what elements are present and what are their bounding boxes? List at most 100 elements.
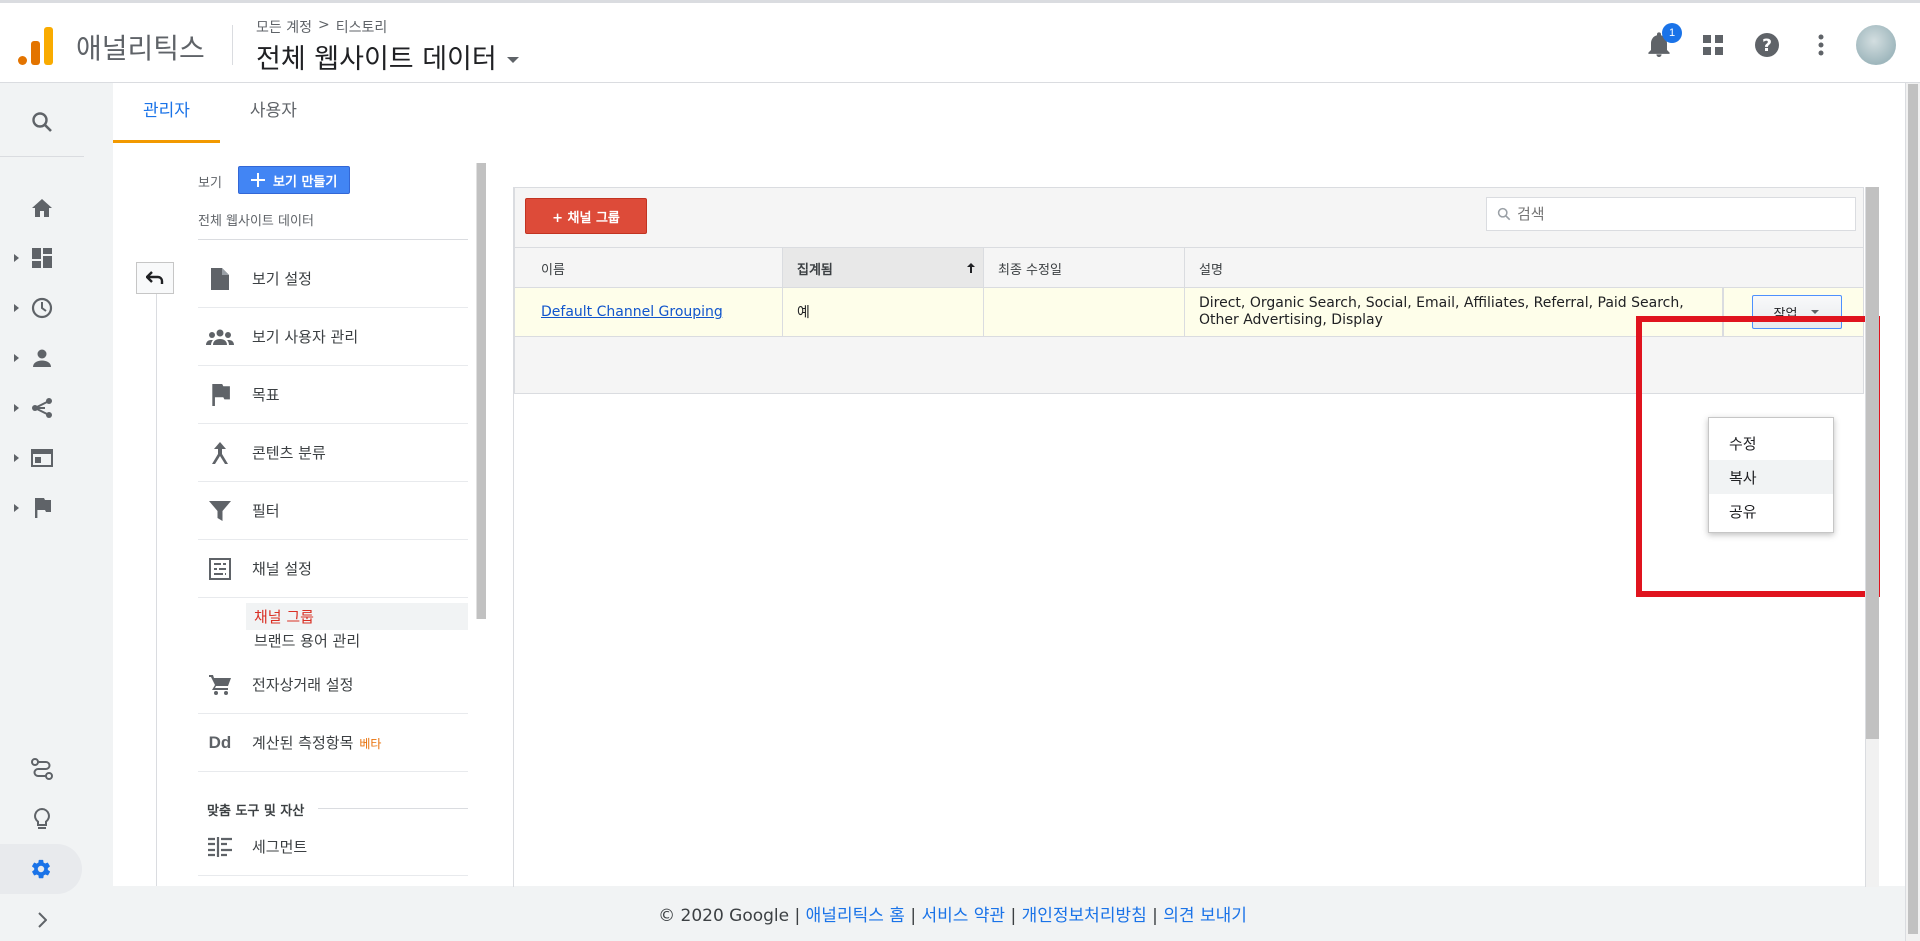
search-field[interactable] bbox=[1486, 197, 1856, 231]
column-name[interactable]: 이름 bbox=[515, 248, 783, 288]
view-title: 전체 웹사이트 데이터 bbox=[256, 44, 497, 75]
analytics-logo[interactable] bbox=[18, 25, 54, 65]
column-last-modified[interactable]: 최종 수정일 bbox=[984, 248, 1185, 288]
section-divider bbox=[318, 808, 468, 809]
admin-tabs: 관리자 사용자 bbox=[113, 83, 327, 143]
nav-label: 보기 사용자 관리 bbox=[252, 328, 359, 346]
cell-name: Default Channel Grouping bbox=[515, 288, 783, 336]
rail-attribution[interactable] bbox=[0, 744, 84, 794]
nav-label: 전자상거래 설정 bbox=[252, 676, 354, 694]
lightbulb-icon bbox=[34, 808, 50, 829]
create-view-label: 보기 만들기 bbox=[273, 174, 338, 190]
notifications-button[interactable]: 1 bbox=[1632, 23, 1686, 65]
breadcrumb-separator: > bbox=[317, 17, 330, 33]
apps-grid-icon bbox=[1703, 35, 1723, 55]
nav-goals[interactable]: 목표 bbox=[198, 366, 468, 424]
nav-label: 목표 bbox=[252, 386, 280, 404]
people-icon bbox=[206, 329, 234, 345]
rail-acquisition[interactable] bbox=[0, 383, 84, 433]
nav-channel-settings[interactable]: 채널 설정 bbox=[198, 540, 468, 598]
main-content: 관리자 사용자 보기 보기 만들기 전체 웹사이트 데이터 보기 설정 보기 사… bbox=[113, 83, 1905, 887]
panel-scrollbar[interactable] bbox=[1865, 187, 1879, 887]
nav-filters[interactable]: 필터 bbox=[198, 482, 468, 540]
add-channel-group-button[interactable]: + 채널 그룹 bbox=[525, 198, 647, 234]
gear-icon bbox=[32, 859, 51, 879]
flag-icon bbox=[35, 498, 51, 518]
top-app-bar: 애널리틱스 모든 계정 > 티스토리 전체 웹사이트 데이터 1 ? bbox=[0, 0, 1920, 83]
chevron-down-icon bbox=[1811, 310, 1820, 314]
nav-label: 필터 bbox=[252, 502, 280, 520]
flag-icon bbox=[212, 383, 230, 406]
more-options-button[interactable] bbox=[1794, 25, 1848, 65]
footer-link-terms[interactable]: 서비스 약관 bbox=[921, 906, 1005, 926]
channel-settings-icon bbox=[209, 557, 231, 580]
footer-link-privacy[interactable]: 개인정보처리방침 bbox=[1022, 906, 1147, 926]
nav-ecommerce-settings[interactable]: 전자상거래 설정 bbox=[198, 656, 468, 714]
nav-view-user-management[interactable]: 보기 사용자 관리 bbox=[198, 308, 468, 366]
rail-discover[interactable] bbox=[0, 794, 84, 844]
filter-icon bbox=[209, 500, 231, 521]
header-divider bbox=[232, 25, 233, 65]
current-view-selector[interactable]: 전체 웹사이트 데이터 bbox=[198, 210, 468, 240]
channel-grouping-panel: + 채널 그룹 이름 집계됨 최종 수정일 설명 Default Channel… bbox=[513, 187, 1880, 887]
nav-view-settings[interactable]: 보기 설정 bbox=[198, 250, 468, 308]
page-scroll-thumb[interactable] bbox=[1908, 84, 1918, 934]
create-view-button[interactable]: 보기 만들기 bbox=[238, 166, 351, 194]
nav-brand-terms[interactable]: 브랜드 용어 관리 bbox=[246, 630, 360, 651]
breadcrumb-account[interactable]: 모든 계정 bbox=[256, 17, 312, 37]
rail-admin[interactable] bbox=[0, 844, 82, 894]
behavior-icon bbox=[31, 449, 53, 467]
back-button[interactable] bbox=[136, 262, 174, 294]
help-button[interactable]: ? bbox=[1740, 25, 1794, 65]
nav-scrollbar[interactable] bbox=[476, 163, 486, 619]
expand-arrow-icon bbox=[14, 454, 19, 462]
dd-icon: Dd bbox=[208, 732, 232, 752]
search-button[interactable] bbox=[0, 97, 84, 147]
attribution-icon bbox=[31, 758, 53, 780]
tab-user[interactable]: 사용자 bbox=[220, 83, 327, 143]
expand-arrow-icon bbox=[14, 304, 19, 312]
cell-aggregated: 예 bbox=[783, 288, 984, 336]
column-aggregated[interactable]: 집계됨 bbox=[783, 248, 984, 288]
nav-channel-grouping[interactable]: 채널 그룹 bbox=[246, 603, 468, 630]
column-aggregated-label: 집계됨 bbox=[797, 262, 833, 278]
section-label: 맞춤 도구 및 자산 bbox=[207, 804, 305, 819]
column-description[interactable]: 설명 bbox=[1185, 248, 1863, 288]
nav-label: 보기 설정 bbox=[252, 270, 312, 288]
footer-link-analytics-home[interactable]: 애널리틱스 홈 bbox=[806, 906, 905, 926]
rail-customization[interactable] bbox=[0, 233, 84, 283]
beta-badge: 베타 bbox=[359, 737, 382, 751]
rail-audience[interactable] bbox=[0, 333, 84, 383]
nav-content-grouping[interactable]: 콘텐츠 분류 bbox=[198, 424, 468, 482]
dashboard-icon bbox=[32, 248, 52, 268]
footer-link-feedback[interactable]: 의견 보내기 bbox=[1163, 906, 1247, 926]
rail-realtime[interactable] bbox=[0, 283, 84, 333]
search-input[interactable] bbox=[1517, 205, 1837, 223]
back-arrow-icon bbox=[146, 271, 164, 284]
apps-button[interactable] bbox=[1686, 25, 1740, 65]
view-selector[interactable]: 전체 웹사이트 데이터 bbox=[256, 37, 519, 76]
channel-group-link[interactable]: Default Channel Grouping bbox=[541, 304, 723, 320]
expand-arrow-icon bbox=[14, 354, 19, 362]
plus-icon bbox=[251, 173, 265, 187]
breadcrumb-property[interactable]: 티스토리 bbox=[336, 17, 388, 37]
breadcrumb[interactable]: 모든 계정 > 티스토리 bbox=[256, 17, 387, 37]
avatar[interactable] bbox=[1856, 25, 1896, 65]
content-grouping-icon bbox=[212, 441, 228, 464]
rail-divider bbox=[0, 156, 84, 157]
tab-admin[interactable]: 관리자 bbox=[113, 83, 220, 143]
page-scrollbar[interactable] bbox=[1905, 83, 1920, 941]
expand-arrow-icon bbox=[14, 254, 19, 262]
nav-label: 계산된 측정항목 베타 bbox=[252, 734, 382, 752]
rail-conversions[interactable] bbox=[0, 483, 84, 533]
rail-home[interactable] bbox=[0, 183, 84, 233]
help-icon: ? bbox=[1755, 33, 1779, 57]
footer: © 2020 Google | 애널리틱스 홈 | 서비스 약관 | 개인정보처… bbox=[658, 906, 1247, 926]
panel-scroll-thumb[interactable] bbox=[1866, 187, 1879, 739]
rail-behavior[interactable] bbox=[0, 433, 84, 483]
nav-guide-line bbox=[156, 294, 157, 886]
nav-calculated-metrics[interactable]: Dd 계산된 측정항목 베타 bbox=[198, 714, 468, 772]
search-icon bbox=[1497, 207, 1511, 221]
nav-segments[interactable]: 세그먼트 bbox=[198, 818, 468, 876]
notification-badge: 1 bbox=[1662, 23, 1682, 43]
